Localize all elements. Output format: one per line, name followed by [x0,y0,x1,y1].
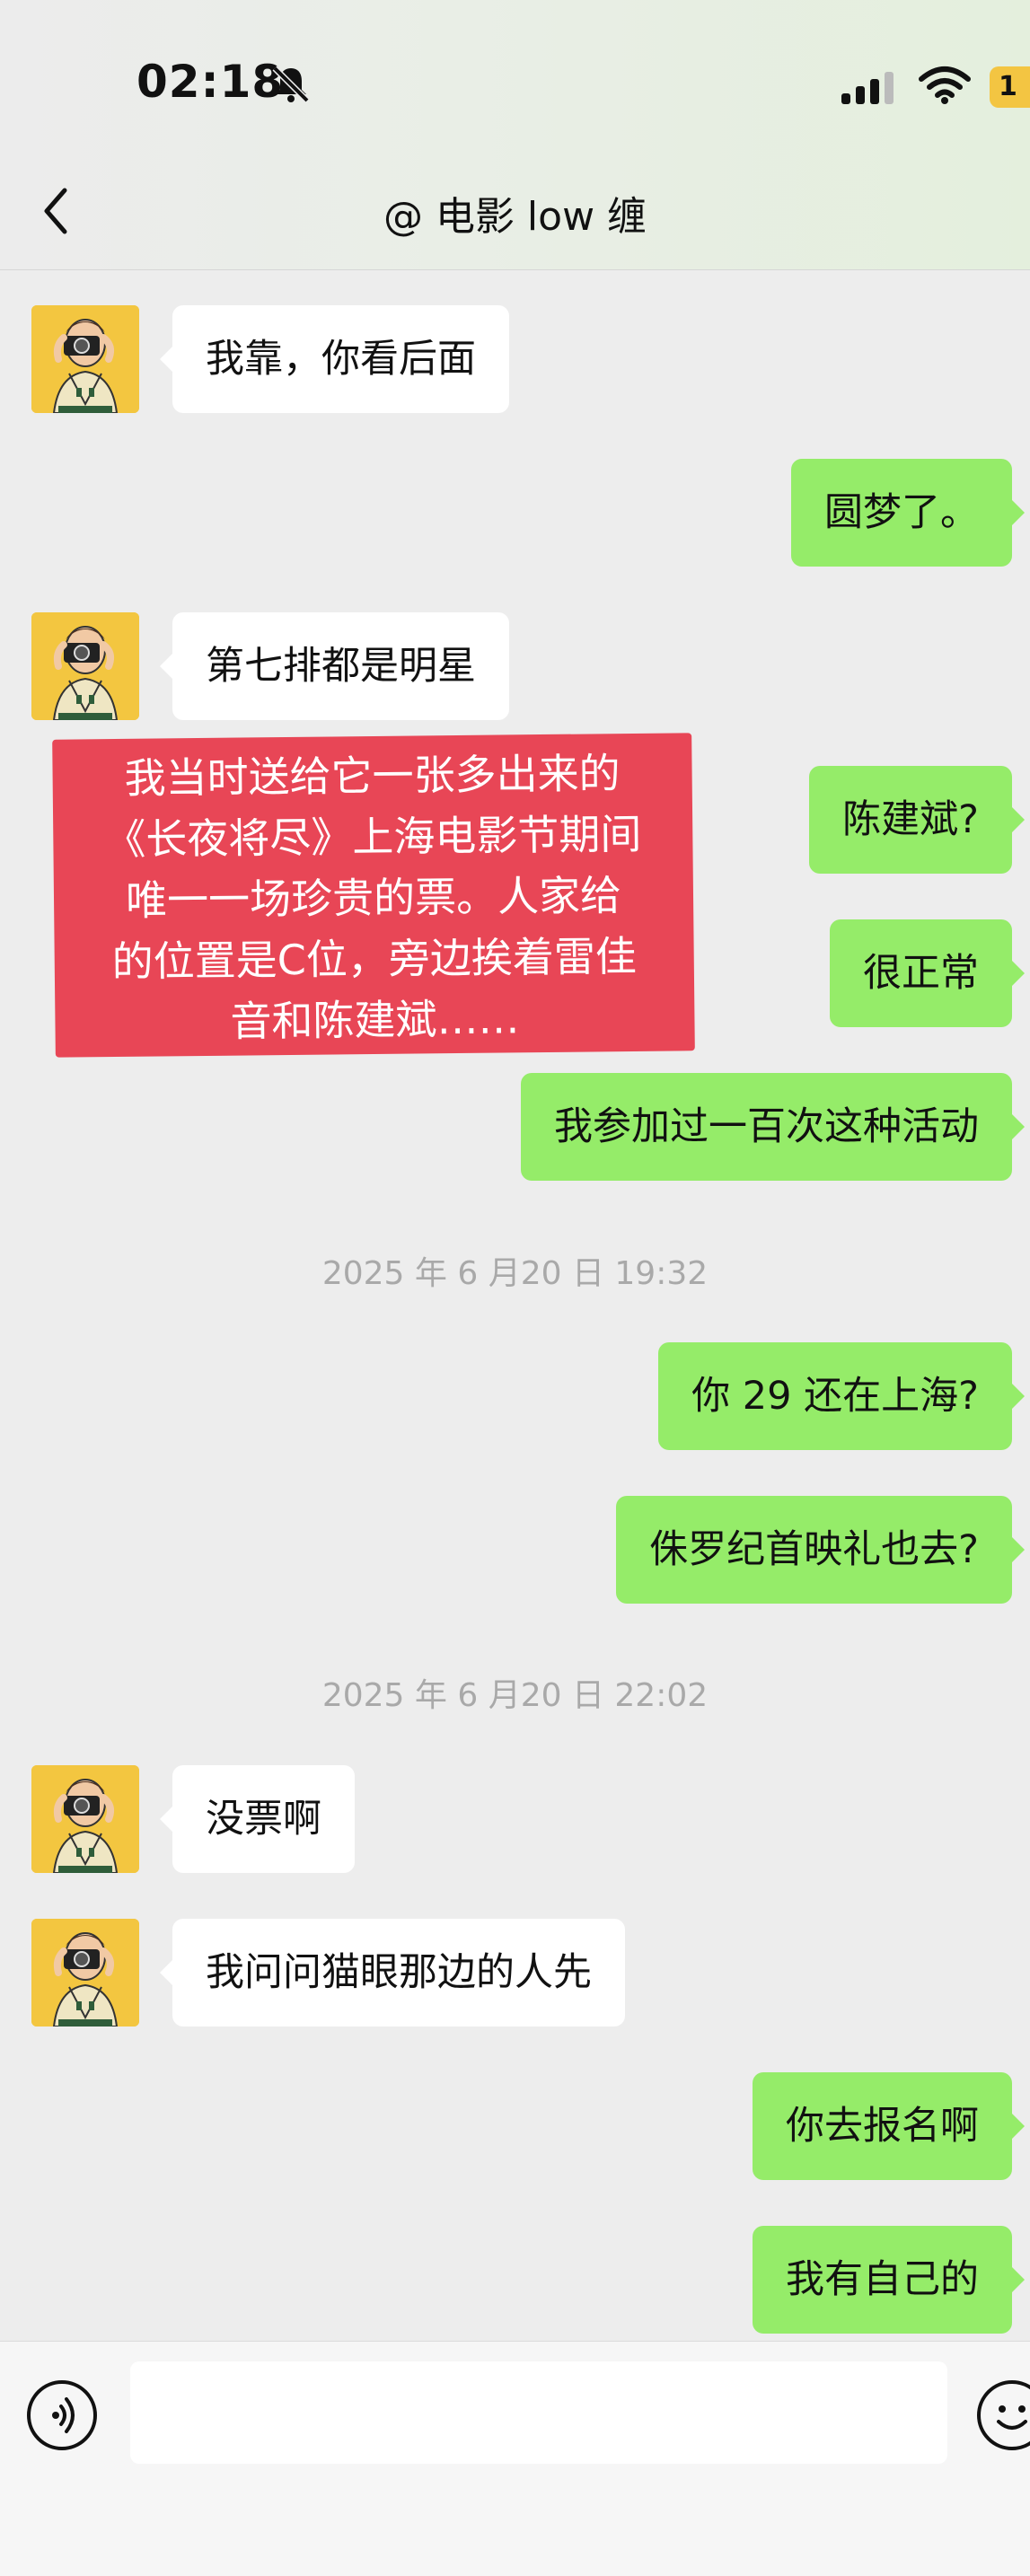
sent-message[interactable]: 陈建斌? [809,766,1025,874]
message-timestamp: 2025 年 6 月20 日 19:32 [321,1255,709,1292]
cellular-signal-icon [841,72,894,104]
bell-muted-icon [272,66,310,103]
contact-avatar[interactable] [31,612,139,720]
sent-message[interactable]: 我参加过一百次这种活动 [521,1073,1025,1181]
message-timestamp: 2025 年 6 月20 日 22:02 [321,1677,709,1714]
battery-icon: 1 [990,66,1030,108]
status-time: 02:18 [136,56,285,108]
annotation-line: 《长夜将尽》上海电影节期间 [104,809,642,865]
annotation-line: 唯一一场珍贵的票。人家给 [125,871,622,925]
emoji-icon[interactable] [977,2380,1030,2450]
wifi-icon [919,66,971,104]
annotation-line: 我当时送给它一张多出来的 [124,749,621,803]
sent-message[interactable]: 圆梦了。 [791,459,1025,567]
contact-avatar[interactable] [31,305,139,413]
sent-message[interactable]: 你 29 还在上海? [658,1342,1025,1450]
contact-avatar[interactable] [31,1919,139,2027]
annotation-line: 的位置是C位，旁边挨着雷佳 [111,931,638,987]
annotation-overlay: 我当时送给它一张多出来的 《长夜将尽》上海电影节期间 唯一一场珍贵的票。人家给 … [52,733,695,1058]
sent-message[interactable]: 侏罗纪首映礼也去? [616,1496,1025,1604]
top-bar: 02:18 1 @ 电影 low 缠 [0,0,1030,270]
contact-avatar[interactable] [31,1765,139,1873]
sent-message[interactable]: 我有自己的 [753,2226,1025,2334]
sent-message[interactable]: 很正常 [830,919,1025,1027]
input-bar [0,2341,1030,2576]
voice-input-icon[interactable] [27,2380,97,2450]
sent-message[interactable]: 你去报名啊 [753,2072,1025,2180]
chat-title: @ 电影 low 缠 [383,194,647,240]
chat-area[interactable]: 我靠，你看后面 圆梦了。 第七排都是明星 陈建斌? 很正常 我参加过一百次这种活… [0,270,1030,2341]
received-message[interactable]: 没票啊 [160,1765,355,1873]
received-message[interactable]: 我问问猫眼那边的人先 [160,1919,625,2027]
message-input[interactable] [130,2361,947,2464]
annotation-line: 音和陈建斌…… [230,994,520,1046]
received-message[interactable]: 我靠，你看后面 [160,305,509,413]
received-message[interactable]: 第七排都是明星 [160,612,509,720]
battery-level: 1 [999,71,1017,102]
